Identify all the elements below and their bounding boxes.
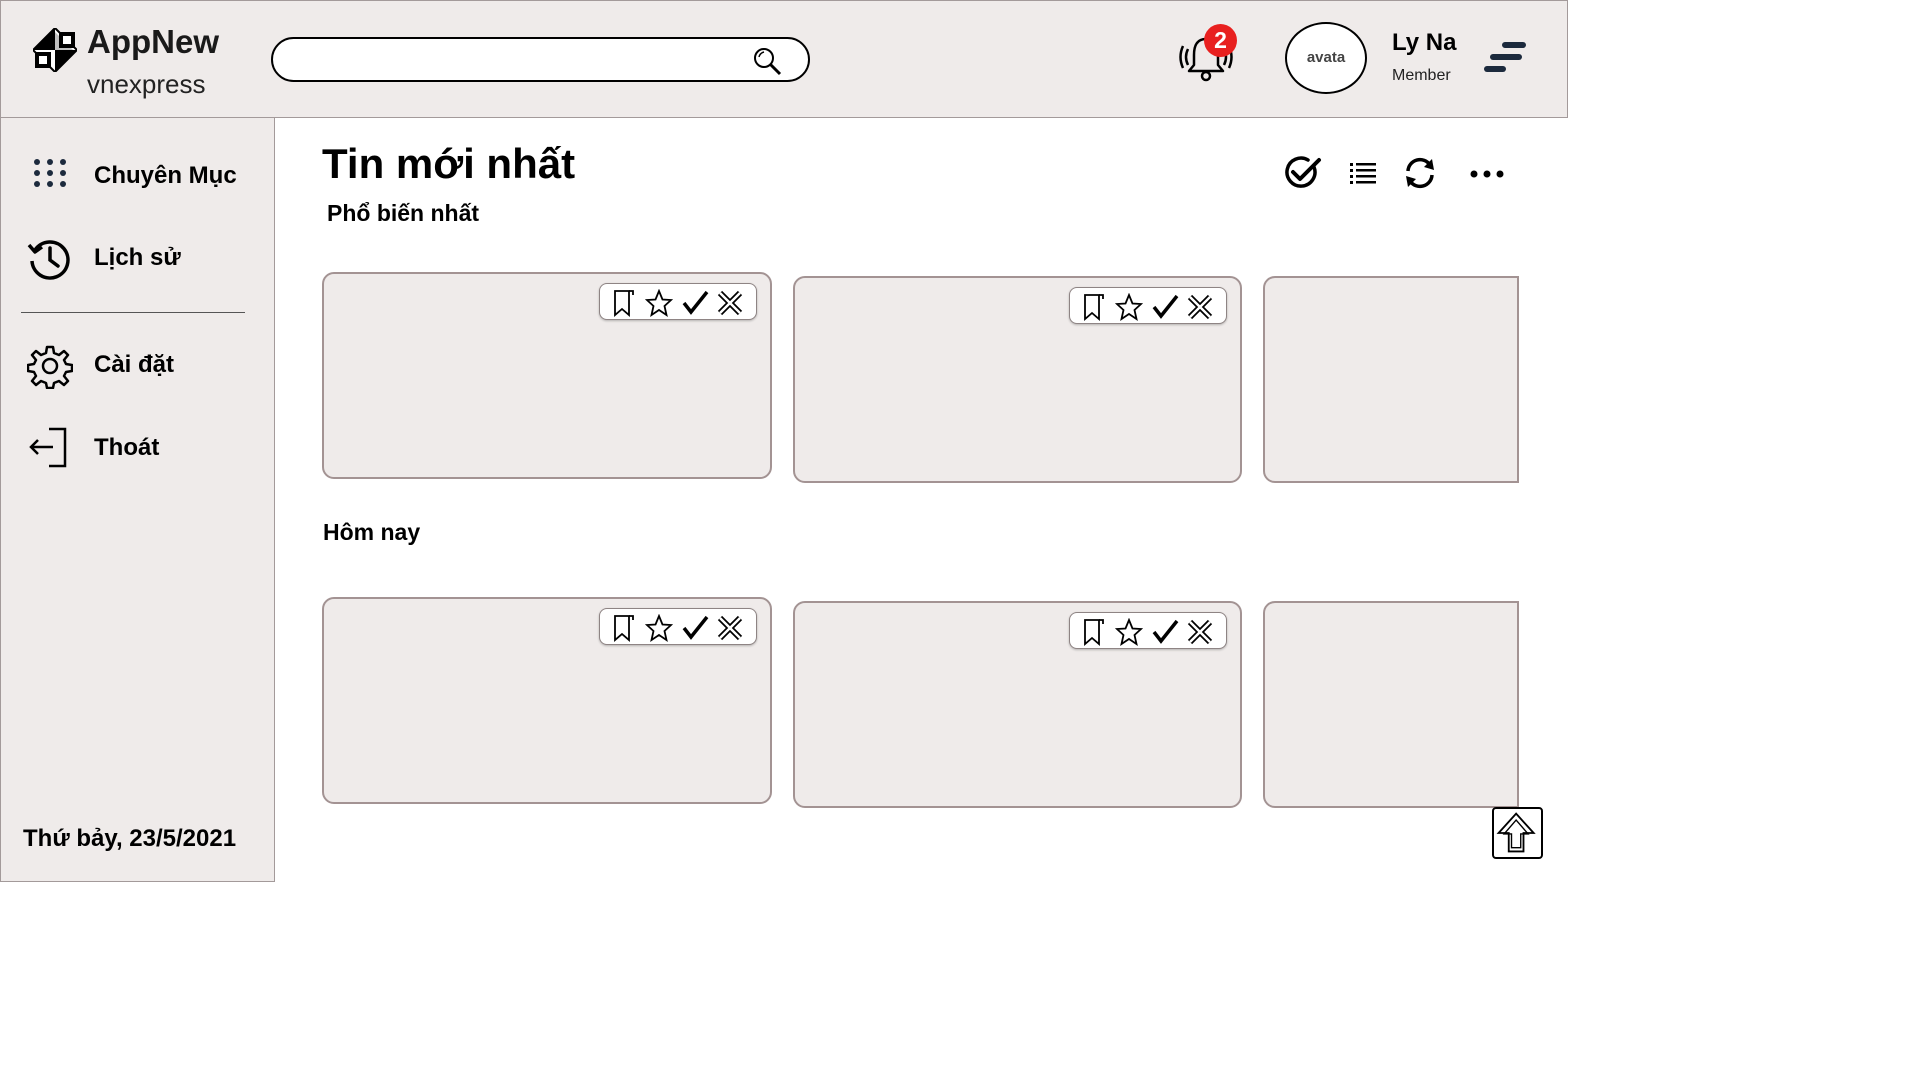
news-card[interactable] (322, 597, 772, 804)
star-icon[interactable] (1115, 618, 1143, 646)
grid-dots-icon (34, 159, 66, 187)
section-title-popular: Phổ biến nhất (327, 200, 480, 226)
search-icon[interactable] (752, 46, 782, 76)
avatar[interactable]: avata (1285, 22, 1367, 94)
close-icon[interactable] (1186, 293, 1214, 321)
sidebar-item-logout[interactable]: Thoát (27, 422, 257, 472)
search-bar[interactable] (271, 37, 810, 82)
logout-icon (29, 427, 67, 468)
section-title-today: Hôm nay (323, 519, 421, 545)
logo-icon (33, 28, 77, 72)
scroll-top-button[interactable] (1492, 807, 1543, 859)
bookmark-icon[interactable] (1080, 618, 1108, 646)
star-icon[interactable] (1115, 293, 1143, 321)
sidebar-item-label: Chuyên Mục (94, 162, 237, 189)
card-actions (599, 608, 757, 645)
app-subtitle: vnexpress (87, 69, 206, 99)
sidebar-item-label: Thoát (94, 434, 160, 461)
top-header: AppNew vnexpress 2 avata Ly Na Member (0, 0, 1568, 118)
star-icon[interactable] (645, 614, 673, 642)
close-icon[interactable] (716, 289, 744, 317)
sidebar-item-categories[interactable]: Chuyên Mục (27, 150, 257, 200)
news-card[interactable] (322, 272, 772, 479)
card-actions (1069, 287, 1227, 324)
news-card[interactable] (793, 601, 1242, 808)
more-icon[interactable] (1468, 155, 1506, 191)
search-input[interactable] (291, 47, 741, 73)
list-icon[interactable] (1344, 155, 1382, 191)
sidebar-divider (21, 312, 245, 313)
sidebar: Chuyên Mục Lịch sử Cài đặt Thoát Thứ bảy… (0, 117, 275, 882)
bookmark-icon[interactable] (1080, 293, 1108, 321)
notification-badge: 2 (1204, 24, 1237, 57)
check-icon[interactable] (1151, 618, 1179, 646)
menu-icon[interactable] (1483, 39, 1529, 79)
bookmark-icon[interactable] (610, 614, 638, 642)
card-actions (1069, 612, 1227, 649)
news-card[interactable] (793, 276, 1242, 483)
current-date: Thứ bảy, 23/5/2021 (23, 825, 237, 852)
gear-icon (27, 345, 73, 389)
sidebar-item-label: Cài đặt (94, 351, 175, 378)
close-icon[interactable] (1186, 618, 1214, 646)
star-icon[interactable] (645, 289, 673, 317)
sidebar-item-settings[interactable]: Cài đặt (27, 339, 257, 389)
check-icon[interactable] (681, 614, 709, 642)
arrow-up-icon (1496, 812, 1536, 853)
news-card[interactable] (1263, 601, 1519, 808)
news-card[interactable] (1263, 276, 1519, 483)
sidebar-item-history[interactable]: Lịch sử (27, 232, 257, 282)
user-role: Member (1392, 67, 1451, 84)
page-title: Tin mới nhất (322, 140, 576, 187)
user-name: Ly Na (1392, 29, 1457, 56)
bookmark-icon[interactable] (610, 289, 638, 317)
card-actions (599, 283, 757, 320)
app-name: AppNew (87, 23, 219, 60)
check-circle-icon[interactable] (1284, 155, 1322, 191)
sidebar-item-label: Lịch sử (94, 244, 181, 271)
check-icon[interactable] (1151, 293, 1179, 321)
refresh-icon[interactable] (1401, 155, 1439, 191)
check-icon[interactable] (681, 289, 709, 317)
history-icon (27, 240, 70, 280)
app-root: AppNew vnexpress 2 avata Ly Na Member Ch… (0, 0, 1568, 882)
close-icon[interactable] (716, 614, 744, 642)
